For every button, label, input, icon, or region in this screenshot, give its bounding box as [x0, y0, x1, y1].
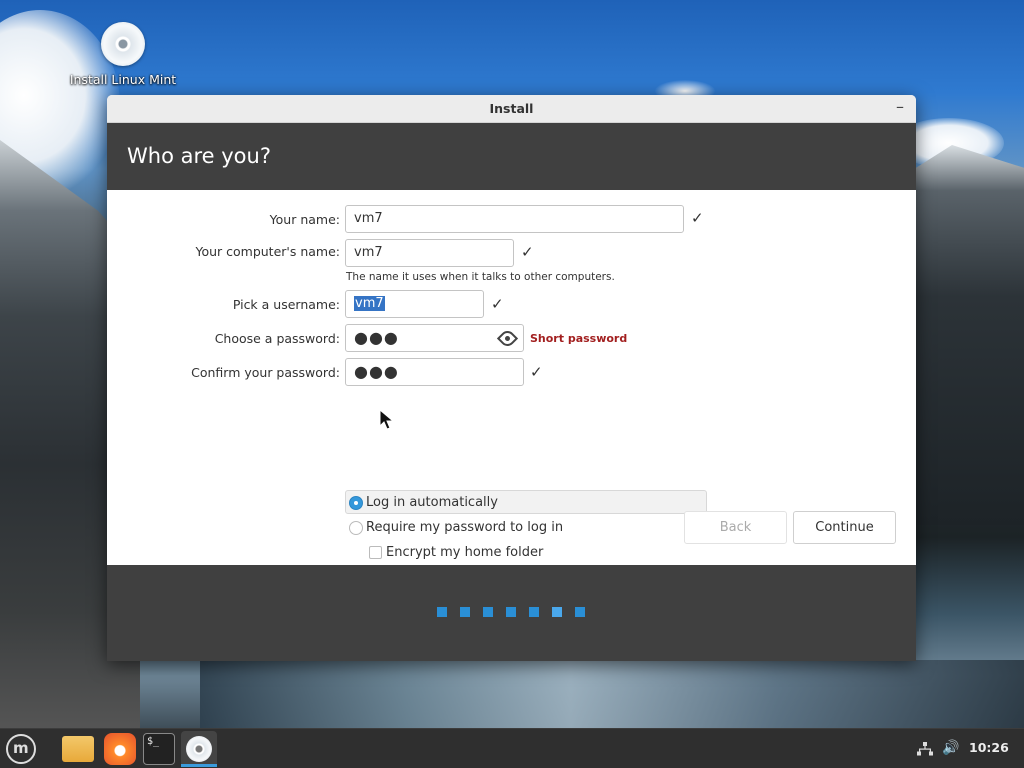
- confirm-password-field[interactable]: ●●●: [345, 358, 524, 386]
- progress-step: [460, 607, 470, 617]
- user-form: Your name: vm7 ✓ Your computer's name: v…: [107, 190, 916, 565]
- disc-icon: [186, 736, 212, 762]
- password-dots: ●●●: [354, 328, 399, 347]
- computer-name-label: Your computer's name:: [195, 244, 340, 259]
- progress-step: [437, 607, 447, 617]
- wallpaper-mountain: [904, 145, 1024, 525]
- check-icon: ✓: [530, 363, 543, 381]
- confirm-password-dots: ●●●: [354, 362, 399, 381]
- taskbar: m $_ 🔊 10:26: [0, 728, 1024, 768]
- minimize-button[interactable]: –: [896, 97, 904, 116]
- disc-icon: [101, 22, 145, 66]
- confirm-password-label: Confirm your password:: [191, 365, 340, 380]
- installer-taskbar-button[interactable]: [181, 731, 217, 767]
- check-icon: ✓: [691, 209, 704, 227]
- require-password-label: Require my password to log in: [366, 520, 564, 535]
- progress-footer: [107, 565, 916, 661]
- your-name-field[interactable]: vm7: [345, 205, 684, 233]
- progress-indicator: [437, 607, 585, 617]
- username-selected-text: vm7: [354, 296, 385, 311]
- network-icon[interactable]: [917, 741, 933, 756]
- show-password-icon[interactable]: [496, 327, 519, 350]
- page-title: Who are you?: [127, 144, 271, 168]
- progress-step: [529, 607, 539, 617]
- login-auto-label: Log in automatically: [366, 495, 498, 510]
- mouse-cursor: [379, 408, 395, 431]
- files-launcher-icon[interactable]: [62, 736, 94, 762]
- computer-name-hint: The name it uses when it talks to other …: [346, 271, 615, 283]
- clock[interactable]: 10:26: [969, 740, 1009, 755]
- wallpaper-lake: [200, 660, 1024, 728]
- computer-name-field[interactable]: vm7: [345, 239, 514, 267]
- desktop-icon-install-linux-mint[interactable]: Install Linux Mint: [68, 22, 178, 87]
- active-window-indicator: [181, 764, 217, 767]
- firefox-launcher-icon[interactable]: [104, 733, 136, 765]
- terminal-prompt-icon: $_: [147, 736, 160, 747]
- page-header: Who are you?: [107, 123, 916, 190]
- volume-icon[interactable]: 🔊: [942, 740, 959, 756]
- check-icon: ✓: [521, 243, 534, 261]
- password-strength-warning: Short password: [530, 332, 628, 345]
- window-title: Install: [489, 101, 534, 116]
- require-password-radio[interactable]: [349, 521, 363, 535]
- terminal-launcher-icon[interactable]: $_: [143, 733, 175, 765]
- desktop-icon-label: Install Linux Mint: [69, 72, 177, 87]
- progress-step-current: [552, 607, 562, 617]
- progress-step: [483, 607, 493, 617]
- window-titlebar[interactable]: Install –: [107, 95, 916, 123]
- continue-button[interactable]: Continue: [793, 511, 896, 544]
- password-field[interactable]: ●●●: [345, 324, 524, 352]
- username-field[interactable]: vm7: [345, 290, 484, 318]
- back-button[interactable]: Back: [684, 511, 787, 544]
- username-label: Pick a username:: [232, 297, 340, 312]
- progress-step: [506, 607, 516, 617]
- mint-logo-icon: m: [13, 739, 29, 757]
- encrypt-home-checkbox[interactable]: [369, 546, 382, 559]
- installer-window: Install – Who are you? Your name: vm7 ✓ …: [107, 95, 916, 661]
- login-auto-radio[interactable]: [349, 496, 363, 510]
- encrypt-home-label: Encrypt my home folder: [386, 545, 544, 560]
- check-icon: ✓: [491, 295, 504, 313]
- your-name-label: Your name:: [269, 212, 340, 227]
- password-label: Choose a password:: [214, 331, 340, 346]
- progress-step: [575, 607, 585, 617]
- menu-button[interactable]: m: [6, 734, 36, 764]
